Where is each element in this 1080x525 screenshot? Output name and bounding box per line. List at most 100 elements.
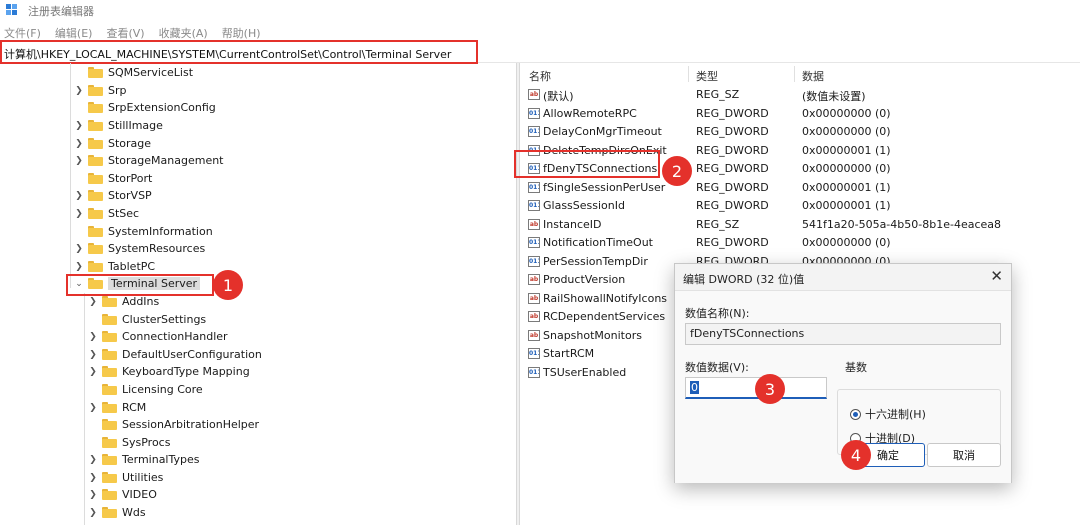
tree-item-label: ConnectionHandler bbox=[122, 330, 228, 343]
value-data: 0x00000000 (0) bbox=[802, 162, 891, 175]
string-value-icon: ab bbox=[528, 293, 540, 304]
tree-item[interactable]: ❯ DefaultUserConfiguration bbox=[88, 346, 262, 363]
menu-favorites[interactable]: 收藏夹(A) bbox=[159, 25, 208, 41]
tree-item[interactable]: ❯ StorVSP bbox=[74, 187, 151, 204]
value-data: 0x00000000 (0) bbox=[802, 107, 891, 120]
chevron-right-icon[interactable]: ❯ bbox=[88, 332, 98, 342]
tree-item[interactable]: ❯ StorageManagement bbox=[74, 152, 224, 169]
tree-item[interactable]: Licensing Core bbox=[88, 381, 203, 398]
tree-item[interactable]: ❯ Wds bbox=[88, 504, 145, 521]
value-type: REG_DWORD bbox=[696, 144, 769, 157]
value-type: REG_DWORD bbox=[696, 125, 769, 138]
value-type: REG_SZ bbox=[696, 218, 740, 231]
pane-splitter[interactable] bbox=[516, 63, 520, 525]
chevron-right-icon[interactable]: ❯ bbox=[74, 191, 84, 201]
tree-item[interactable]: ❯ Srp bbox=[74, 82, 126, 99]
tree-item[interactable]: SessionArbitrationHelper bbox=[88, 416, 259, 433]
value-data: 0x00000001 (1) bbox=[802, 199, 891, 212]
tree-item-label: SessionArbitrationHelper bbox=[122, 418, 260, 431]
value-name: fSingleSessionPerUser bbox=[543, 181, 666, 194]
column-header-name[interactable]: 名称 bbox=[529, 68, 551, 84]
value-name: RCDependentServices bbox=[543, 310, 666, 323]
string-value-icon: ab bbox=[528, 330, 540, 341]
menu-help[interactable]: 帮助(H) bbox=[222, 25, 261, 41]
tree-item[interactable]: ❯ TerminalTypes bbox=[88, 451, 199, 468]
value-row[interactable]: ab (默认) REG_SZ (数值未设置) bbox=[522, 86, 1080, 104]
chevron-right-icon[interactable]: ❯ bbox=[74, 156, 84, 166]
tree-item[interactable]: SrpExtensionConfig bbox=[74, 99, 216, 116]
folder-icon bbox=[88, 190, 103, 201]
menu-view[interactable]: 查看(V) bbox=[106, 25, 144, 41]
regedit-app-icon bbox=[6, 4, 20, 18]
step-badge-1: 1 bbox=[213, 270, 243, 300]
chevron-right-icon[interactable]: ❯ bbox=[88, 473, 98, 483]
value-row[interactable]: 011DelayConMgrTimeout REG_DWORD 0x00000000… bbox=[522, 123, 1080, 141]
tree-item[interactable]: ClusterSettings bbox=[88, 311, 206, 328]
column-divider[interactable] bbox=[794, 66, 795, 82]
column-divider[interactable] bbox=[688, 66, 689, 82]
tree-item-label: StorageManagement bbox=[108, 154, 224, 167]
value-data: 0x00000001 (1) bbox=[802, 181, 891, 194]
tree-item[interactable]: ❯ Storage bbox=[74, 135, 151, 152]
tree-item-label: StorPort bbox=[108, 172, 153, 185]
tree-guide-line bbox=[84, 293, 85, 525]
binary-value-icon: 011 bbox=[528, 108, 540, 119]
tree-item[interactable]: ❯ TabletPC bbox=[74, 258, 155, 275]
tree-item[interactable]: StorPort bbox=[74, 170, 152, 187]
chevron-right-icon[interactable]: ❯ bbox=[88, 508, 98, 518]
value-name: GlassSessionId bbox=[543, 199, 625, 212]
tree-item[interactable]: SystemInformation bbox=[74, 223, 213, 240]
tree-item[interactable]: ❯ SystemResources bbox=[74, 240, 205, 257]
binary-value-icon: 011 bbox=[528, 367, 540, 378]
chevron-right-icon[interactable]: ❯ bbox=[74, 262, 84, 272]
value-name: AllowRemoteRPC bbox=[543, 107, 637, 120]
tree-item-label: Licensing Core bbox=[122, 383, 203, 396]
tree-item-label: KeyboardType Mapping bbox=[122, 365, 250, 378]
tree-item[interactable]: ❯ KeyboardType Mapping bbox=[88, 363, 250, 380]
tree-item-label: TabletPC bbox=[108, 260, 156, 273]
tree-item-label: SystemInformation bbox=[108, 225, 213, 238]
chevron-right-icon[interactable]: ❯ bbox=[88, 367, 98, 377]
column-header-data[interactable]: 数据 bbox=[802, 68, 824, 84]
chevron-right-icon[interactable]: ❯ bbox=[88, 350, 98, 360]
column-header-type[interactable]: 类型 bbox=[696, 68, 718, 84]
value-row[interactable]: 011fSingleSessionPerUser REG_DWORD 0x00000… bbox=[522, 179, 1080, 197]
cancel-button[interactable]: 取消 bbox=[927, 443, 1001, 467]
chevron-right-icon[interactable]: ❯ bbox=[88, 490, 98, 500]
string-value-icon: ab bbox=[528, 311, 540, 322]
binary-value-icon: 011 bbox=[528, 200, 540, 211]
chevron-right-icon[interactable]: ❯ bbox=[88, 403, 98, 413]
value-row[interactable]: 011NotificationTimeOut REG_DWORD 0x0000000… bbox=[522, 234, 1080, 252]
folder-icon bbox=[102, 314, 117, 325]
tree-item-label: SrpExtensionConfig bbox=[108, 101, 216, 114]
tree-item[interactable]: ❯ StillImage bbox=[74, 117, 163, 134]
tree-item[interactable]: ❯ Utilities bbox=[88, 469, 163, 486]
chevron-right-icon[interactable]: ❯ bbox=[88, 455, 98, 465]
menu-edit[interactable]: 编辑(E) bbox=[55, 25, 93, 41]
tree-item[interactable]: ❯ RCM bbox=[88, 399, 146, 416]
chevron-right-icon[interactable]: ❯ bbox=[74, 121, 84, 131]
chevron-right-icon[interactable]: ❯ bbox=[88, 297, 98, 307]
tree-item[interactable]: ❯ StSec bbox=[74, 205, 139, 222]
chevron-right-icon[interactable]: ❯ bbox=[74, 244, 84, 254]
value-row[interactable]: ab InstanceID REG_SZ 541f1a20-505a-4b50-8b1… bbox=[522, 216, 1080, 234]
radio-selected-icon bbox=[850, 408, 861, 420]
radio-hexadecimal[interactable]: 十六进制(H) bbox=[850, 406, 926, 422]
chevron-right-icon[interactable]: ❯ bbox=[74, 209, 84, 219]
chevron-right-icon[interactable]: ❯ bbox=[74, 86, 84, 96]
chevron-right-icon[interactable]: ❯ bbox=[74, 139, 84, 149]
tree-item[interactable]: SysProcs bbox=[88, 434, 170, 451]
tree-item-label: StillImage bbox=[108, 119, 163, 132]
tree-item[interactable]: ❯ ConnectionHandler bbox=[88, 328, 228, 345]
menu-file[interactable]: 文件(F) bbox=[4, 25, 41, 41]
folder-icon bbox=[88, 261, 103, 272]
folder-icon bbox=[102, 331, 117, 342]
tree-item-label: VIDEO bbox=[122, 488, 157, 501]
value-row[interactable]: 011GlassSessionId REG_DWORD 0x00000001 (1) bbox=[522, 197, 1080, 215]
close-icon[interactable]: ✕ bbox=[990, 267, 1003, 285]
tree-item[interactable]: ❯ VIDEO bbox=[88, 486, 157, 503]
base-label: 基数 bbox=[845, 361, 867, 374]
tree-item[interactable]: SQMServiceList bbox=[74, 64, 193, 81]
value-row[interactable]: 011AllowRemoteRPC REG_DWORD 0x00000000 (0) bbox=[522, 105, 1080, 123]
folder-icon bbox=[88, 102, 103, 113]
